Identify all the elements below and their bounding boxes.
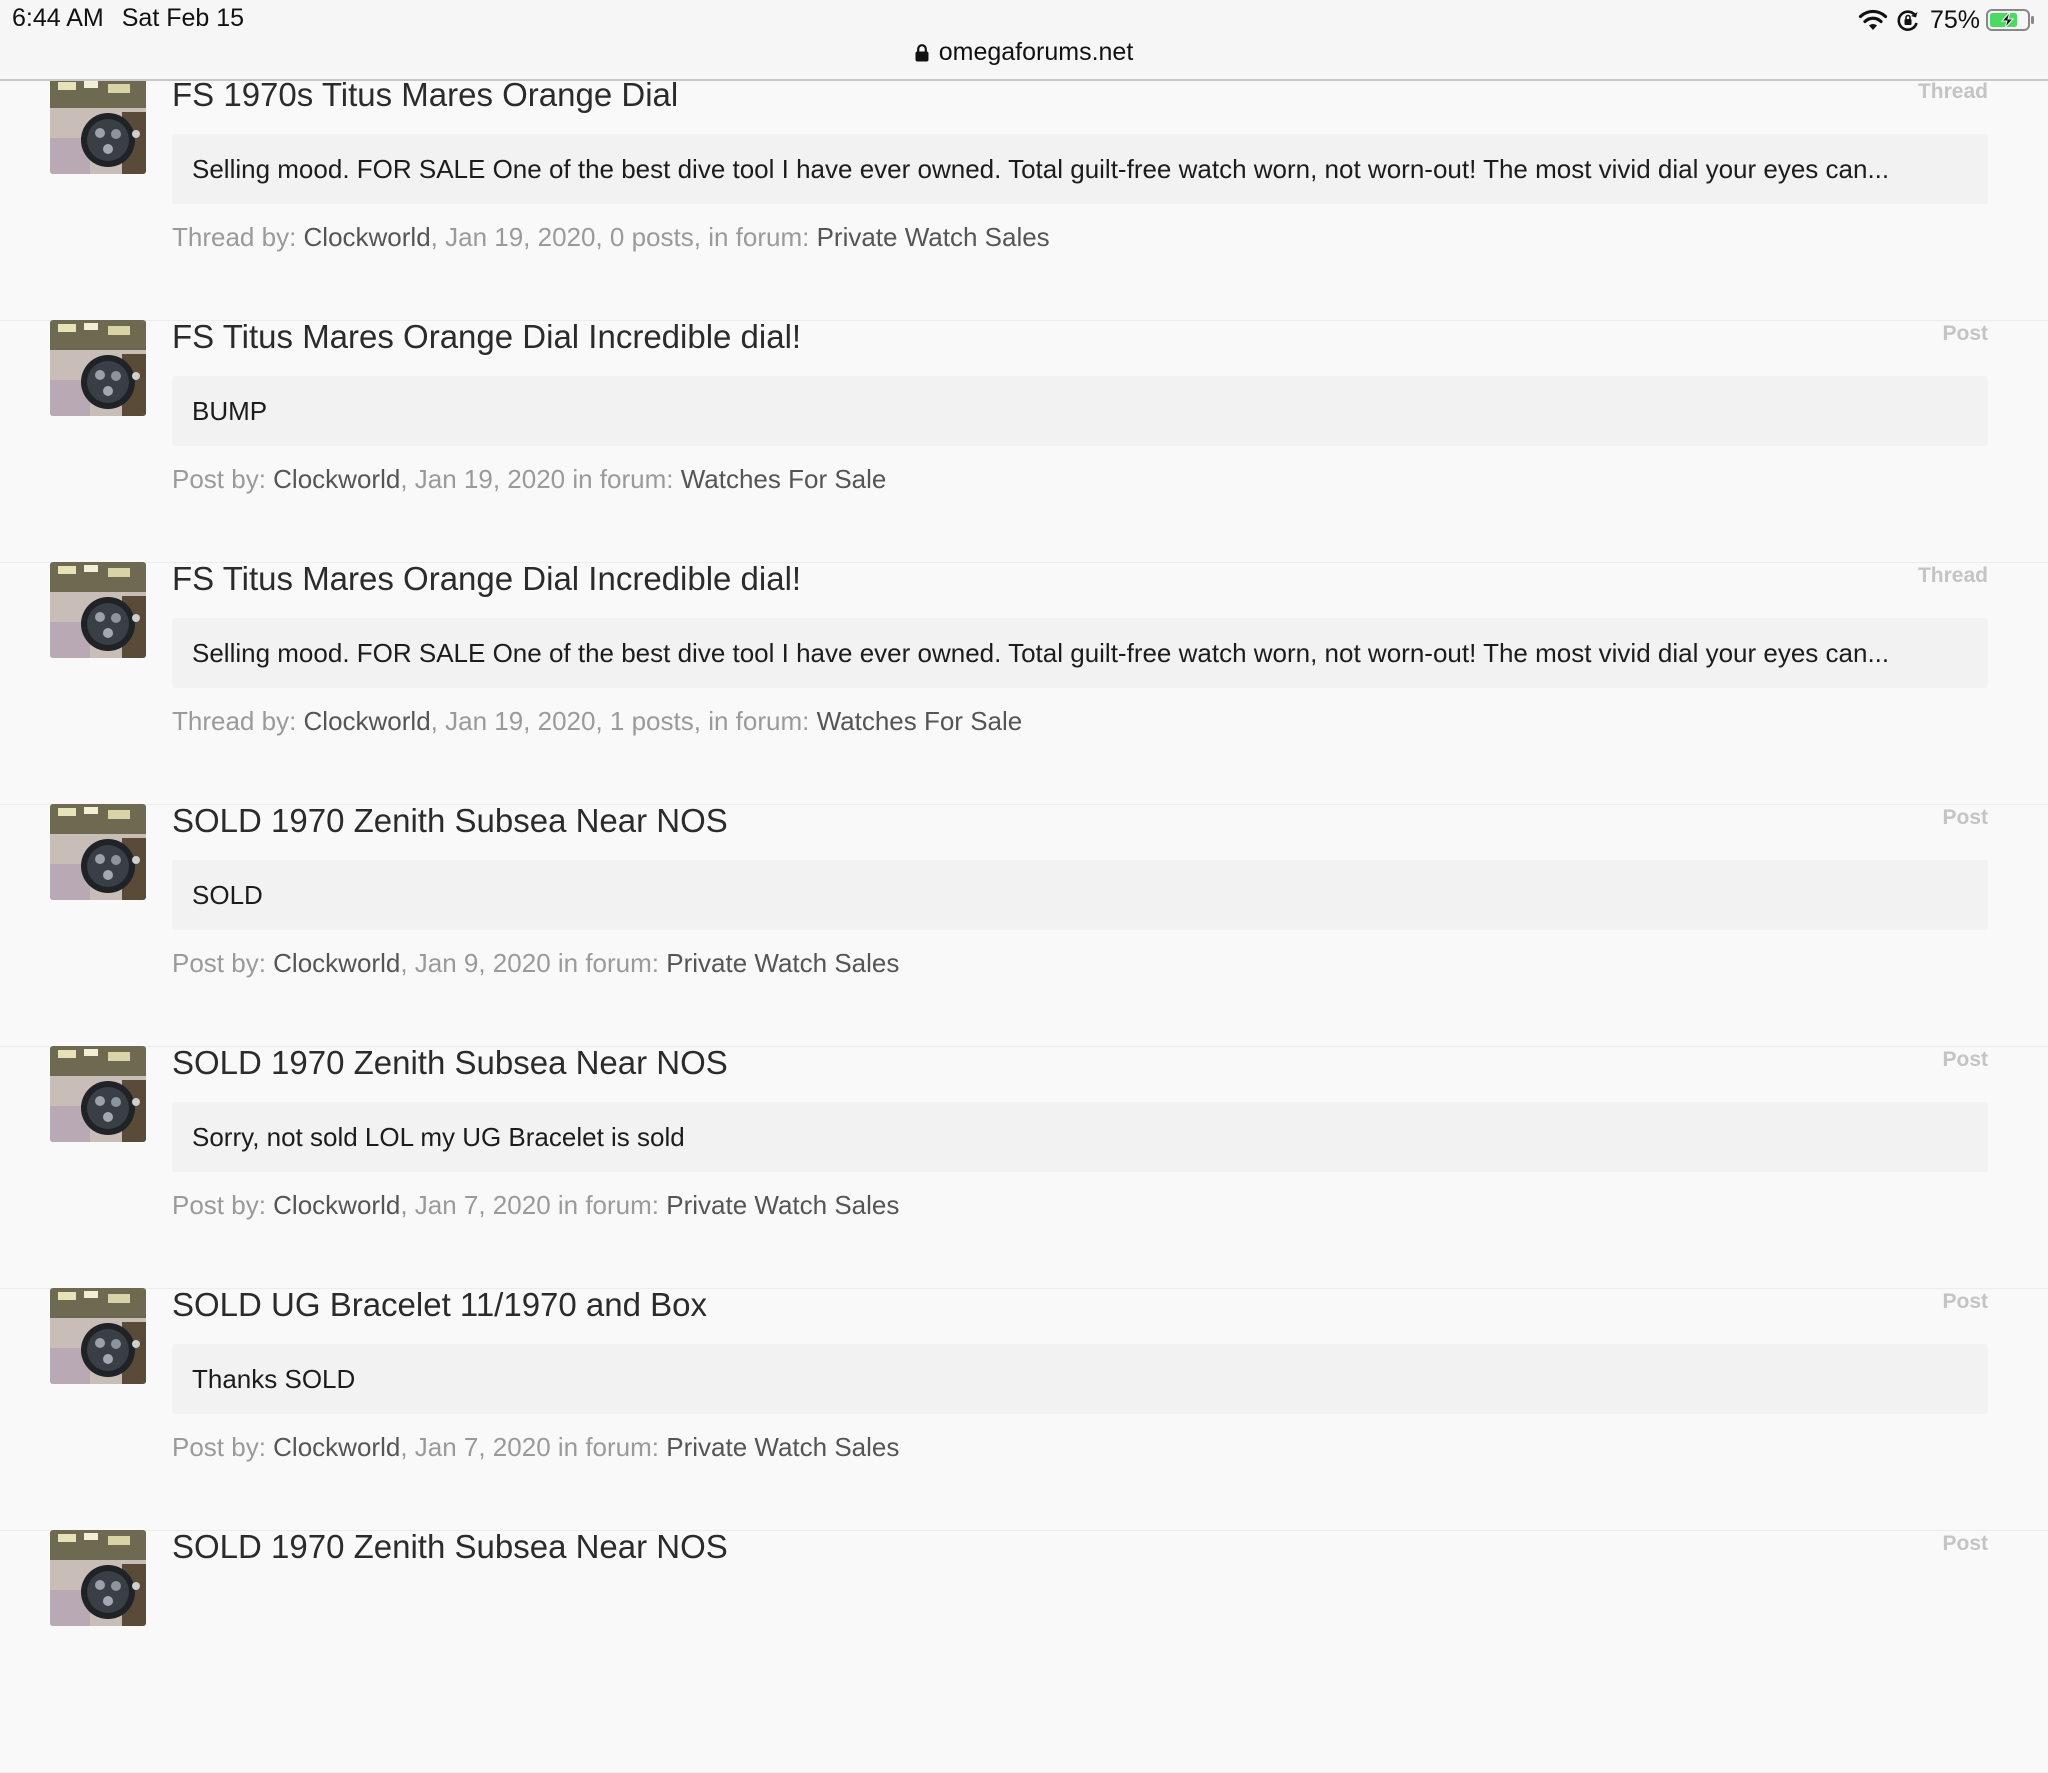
forum-link[interactable]: Private Watch Sales <box>666 948 899 978</box>
user-avatar[interactable] <box>50 1288 146 1384</box>
url-text: omegaforums.net <box>938 38 1134 66</box>
author-link[interactable]: Clockworld <box>273 1432 400 1462</box>
browser-status-bar: 6:44 AM Sat Feb 15 75% omegaforums.net <box>0 0 2048 81</box>
result-title-link[interactable]: FS Titus Mares Orange Dial Incredible di… <box>172 560 801 598</box>
result-item: SOLD 1970 Zenith Subsea Near NOS Post Sorr… <box>0 1044 2048 1289</box>
result-type-label: Thread <box>1917 80 1988 103</box>
result-meta: Post by: Clockworld, Jan 7, 2020 in foru… <box>172 1190 899 1221</box>
meta-date: , Jan 7, 2020 in forum: <box>400 1190 667 1220</box>
result-type-label: Post <box>1942 322 1988 345</box>
result-title-link[interactable]: SOLD 1970 Zenith Subsea Near NOS <box>172 802 728 840</box>
search-results-list: FS 1970s Titus Mares Orange Dial Thread Se… <box>0 0 2048 1773</box>
result-item: SOLD 1970 Zenith Subsea Near NOS Post SOLD… <box>0 802 2048 1047</box>
result-title-link[interactable]: SOLD UG Bracelet 11/1970 and Box <box>172 1286 707 1324</box>
result-item: FS Titus Mares Orange Dial Incredible di… <box>0 318 2048 563</box>
user-avatar[interactable] <box>50 562 146 658</box>
user-avatar[interactable] <box>50 804 146 900</box>
result-snippet: Selling mood. FOR SALE One of the best d… <box>172 618 1988 688</box>
forum-link[interactable]: Private Watch Sales <box>666 1190 899 1220</box>
result-title-link[interactable]: SOLD 1970 Zenith Subsea Near NOS <box>172 1528 728 1566</box>
result-snippet: BUMP <box>172 376 1988 446</box>
orientation-lock-icon <box>1897 10 1918 31</box>
user-avatar[interactable] <box>50 78 146 174</box>
forum-link[interactable]: Private Watch Sales <box>666 1432 899 1462</box>
status-time: 6:44 AM <box>12 4 104 32</box>
forum-link[interactable]: Private Watch Sales <box>817 222 1050 252</box>
author-link[interactable]: Clockworld <box>304 222 431 252</box>
status-clock: 6:44 AM Sat Feb 15 <box>12 4 244 33</box>
result-type-label: Post <box>1942 1290 1988 1313</box>
meta-prefix: Post by: <box>172 948 274 978</box>
result-meta: Post by: Clockworld, Jan 19, 2020 in for… <box>172 464 886 495</box>
status-indicators: 75% <box>1858 4 2036 36</box>
result-type-label: Thread <box>1917 564 1988 587</box>
result-type-label: Post <box>1942 1048 1988 1071</box>
result-item: FS Titus Mares Orange Dial Incredible di… <box>0 560 2048 805</box>
result-snippet: Thanks SOLD <box>172 1344 1988 1414</box>
meta-prefix: Post by: <box>172 1190 274 1220</box>
result-title-link[interactable]: FS 1970s Titus Mares Orange Dial <box>172 76 678 114</box>
author-link[interactable]: Clockworld <box>273 948 400 978</box>
result-item: FS 1970s Titus Mares Orange Dial Thread Se… <box>0 76 2048 321</box>
user-avatar[interactable] <box>50 320 146 416</box>
result-title-link[interactable]: SOLD 1970 Zenith Subsea Near NOS <box>172 1044 728 1082</box>
meta-prefix: Post by: <box>172 464 274 494</box>
battery-percent: 75% <box>1929 5 1980 34</box>
forum-link[interactable]: Watches For Sale <box>817 706 1023 736</box>
wifi-icon <box>1858 9 1888 30</box>
lock-icon <box>915 44 929 62</box>
meta-prefix: Thread by: <box>172 706 304 736</box>
meta-date: , Jan 9, 2020 in forum: <box>400 948 667 978</box>
meta-date: , Jan 19, 2020 in forum: <box>400 464 681 494</box>
user-avatar[interactable] <box>50 1530 146 1626</box>
status-date: Sat Feb 15 <box>121 4 245 32</box>
result-type-label: Post <box>1942 806 1988 829</box>
result-meta: Post by: Clockworld, Jan 9, 2020 in foru… <box>172 948 899 979</box>
result-meta: Thread by: Clockworld, Jan 19, 2020, 1 p… <box>172 706 1022 737</box>
result-snippet: Selling mood. FOR SALE One of the best d… <box>172 134 1988 204</box>
result-meta: Thread by: Clockworld, Jan 19, 2020, 0 p… <box>172 222 1050 253</box>
meta-prefix: Thread by: <box>172 222 304 252</box>
meta-date: , Jan 19, 2020, 0 posts, in forum: <box>430 222 817 252</box>
result-item: SOLD 1970 Zenith Subsea Near NOS Post <box>0 1528 2048 1773</box>
meta-prefix: Post by: <box>172 1432 274 1462</box>
user-avatar[interactable] <box>50 1046 146 1142</box>
result-snippet: SOLD <box>172 860 1988 930</box>
result-title-link[interactable]: FS Titus Mares Orange Dial Incredible di… <box>172 318 801 356</box>
author-link[interactable]: Clockworld <box>273 464 400 494</box>
result-item: SOLD UG Bracelet 11/1970 and Box Post Than… <box>0 1286 2048 1531</box>
address-bar[interactable]: omegaforums.net <box>0 38 2048 67</box>
author-link[interactable]: Clockworld <box>304 706 431 736</box>
result-snippet: Sorry, not sold LOL my UG Bracelet is so… <box>172 1102 1988 1172</box>
result-meta: Post by: Clockworld, Jan 7, 2020 in foru… <box>172 1432 899 1463</box>
battery-charging-icon <box>1986 9 2034 31</box>
author-link[interactable]: Clockworld <box>273 1190 400 1220</box>
meta-date: , Jan 19, 2020, 1 posts, in forum: <box>430 706 817 736</box>
forum-link[interactable]: Watches For Sale <box>681 464 887 494</box>
meta-date: , Jan 7, 2020 in forum: <box>400 1432 667 1462</box>
